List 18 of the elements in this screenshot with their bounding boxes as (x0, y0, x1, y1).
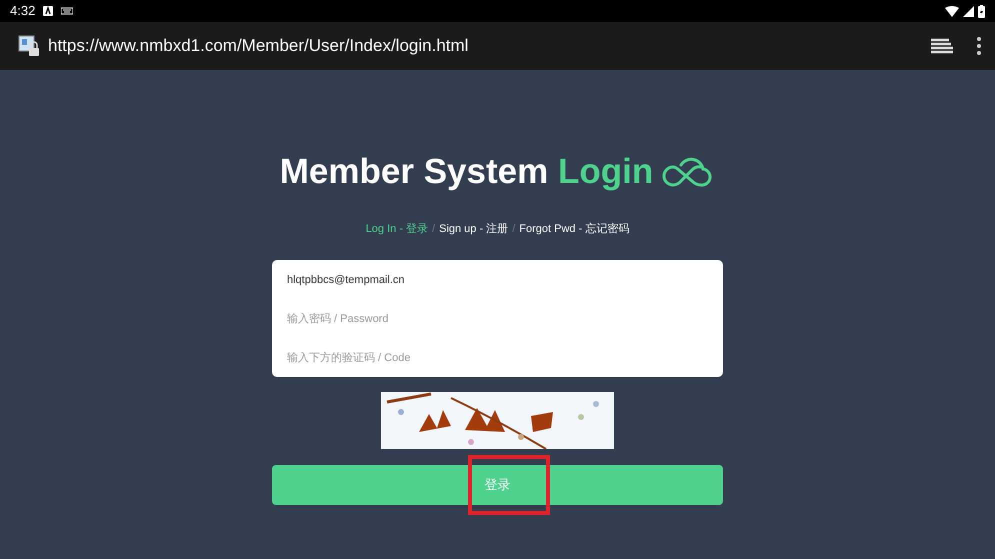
email-field[interactable]: hlqtpbbcs@tempmail.cn (272, 260, 723, 299)
more-menu-icon[interactable] (977, 37, 981, 55)
code-field[interactable]: 输入下方的验证码 / Code (272, 338, 723, 377)
separator-text: / (432, 222, 436, 236)
notification-icon (43, 6, 54, 16)
password-field[interactable]: 输入密码 / Password (272, 299, 723, 338)
nav-tab[interactable]: Log In - 登录 (366, 220, 428, 237)
nav-tab[interactable]: Sign up - 注册 (439, 220, 508, 237)
keyboard-icon (61, 7, 74, 15)
separator-text: / (512, 222, 516, 236)
battery-icon (978, 4, 985, 18)
clock-time: 4:32 (10, 2, 36, 20)
tabs-icon[interactable] (931, 38, 953, 54)
wifi-icon (945, 6, 959, 16)
signal-icon (963, 6, 974, 16)
page-title: Member System Login (280, 151, 654, 193)
site-lock-icon (18, 35, 40, 57)
nav-tab[interactable]: Forgot Pwd - 忘记密码 (519, 220, 630, 237)
